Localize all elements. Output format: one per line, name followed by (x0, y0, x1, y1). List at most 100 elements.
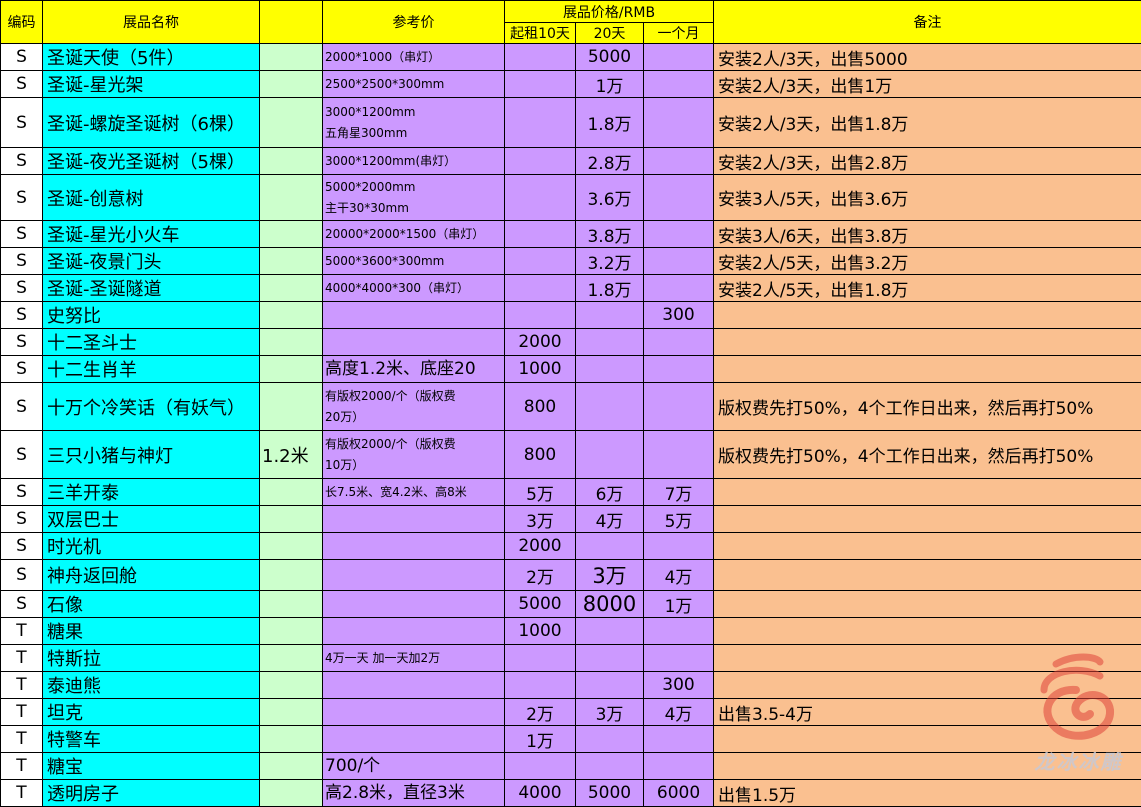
cell-price-10days[interactable]: 1000 (505, 356, 576, 383)
cell-ref-price[interactable]: 有版权2000/个（版权费 20万） (323, 383, 505, 431)
cell-ref-price[interactable]: 高度1.2米、底座20 (323, 356, 505, 383)
cell-code[interactable]: S (1, 175, 43, 221)
cell-price-10days[interactable] (505, 248, 576, 275)
cell-ref-price[interactable] (323, 533, 505, 560)
cell-price-10days[interactable] (505, 98, 576, 148)
cell-note[interactable]: 版权费先打50%，4个工作日出来，然后再打50% (714, 383, 1141, 431)
cell-price-10days[interactable]: 1万 (505, 726, 576, 753)
cell-price-1month[interactable] (644, 645, 714, 672)
cell-price-1month[interactable] (644, 98, 714, 148)
cell-price-20days[interactable]: 8000 (576, 591, 644, 618)
cell-code[interactable]: S (1, 479, 43, 506)
cell-price-20days[interactable] (576, 672, 644, 699)
cell-note[interactable] (714, 726, 1141, 753)
cell-code[interactable]: S (1, 98, 43, 148)
cell-price-20days[interactable] (576, 618, 644, 645)
cell-note[interactable]: 安装3人/6天，出售3.8万 (714, 221, 1141, 248)
cell-ref-price[interactable]: 5000*2000mm 主干30*30mm (323, 175, 505, 221)
cell-name[interactable]: 泰迪熊 (43, 672, 260, 699)
cell-price-1month[interactable] (644, 383, 714, 431)
cell-note[interactable]: 安装2人/3天，出售2.8万 (714, 148, 1141, 175)
cell-code[interactable]: S (1, 44, 43, 71)
cell-spec[interactable] (260, 175, 323, 221)
cell-code[interactable]: T (1, 645, 43, 672)
cell-price-20days[interactable] (576, 329, 644, 356)
cell-spec[interactable] (260, 506, 323, 533)
cell-price-1month[interactable] (644, 431, 714, 479)
cell-price-1month[interactable] (644, 329, 714, 356)
header-price-group[interactable]: 展品价格/RMB (505, 1, 714, 23)
cell-name[interactable]: 三羊开泰 (43, 479, 260, 506)
cell-price-1month[interactable] (644, 221, 714, 248)
cell-name[interactable]: 石像 (43, 591, 260, 618)
cell-note[interactable]: 版权费先打50%，4个工作日出来，然后再打50% (714, 431, 1141, 479)
cell-spec[interactable] (260, 71, 323, 98)
cell-spec[interactable] (260, 560, 323, 591)
cell-spec[interactable] (260, 302, 323, 329)
cell-note[interactable] (714, 533, 1141, 560)
cell-price-1month[interactable]: 7万 (644, 479, 714, 506)
cell-code[interactable]: S (1, 71, 43, 98)
cell-code[interactable]: T (1, 726, 43, 753)
header-ref-price[interactable]: 参考价 (323, 1, 505, 44)
header-code[interactable]: 编码 (1, 1, 43, 44)
cell-code[interactable]: T (1, 753, 43, 780)
cell-spec[interactable] (260, 753, 323, 780)
cell-code[interactable]: S (1, 275, 43, 302)
cell-spec[interactable] (260, 44, 323, 71)
cell-price-10days[interactable] (505, 753, 576, 780)
header-name[interactable]: 展品名称 (43, 1, 260, 44)
cell-spec[interactable] (260, 383, 323, 431)
cell-note[interactable] (714, 753, 1141, 780)
cell-spec[interactable]: 1.2米 (260, 431, 323, 479)
cell-price-1month[interactable] (644, 275, 714, 302)
cell-price-10days[interactable]: 800 (505, 431, 576, 479)
cell-spec[interactable] (260, 645, 323, 672)
cell-code[interactable]: S (1, 248, 43, 275)
cell-price-10days[interactable]: 2000 (505, 533, 576, 560)
cell-price-20days[interactable]: 2.8万 (576, 148, 644, 175)
cell-price-1month[interactable]: 5万 (644, 506, 714, 533)
cell-price-1month[interactable] (644, 44, 714, 71)
cell-spec[interactable] (260, 329, 323, 356)
cell-name[interactable]: 圣诞-星光小火车 (43, 221, 260, 248)
cell-price-10days[interactable] (505, 275, 576, 302)
cell-price-10days[interactable]: 5万 (505, 479, 576, 506)
cell-price-1month[interactable] (644, 175, 714, 221)
cell-code[interactable]: S (1, 591, 43, 618)
cell-name[interactable]: 三只小猪与神灯 (43, 431, 260, 479)
cell-ref-price[interactable]: 4万一天 加一天加2万 (323, 645, 505, 672)
cell-name[interactable]: 特警车 (43, 726, 260, 753)
cell-price-10days[interactable] (505, 71, 576, 98)
cell-spec[interactable] (260, 699, 323, 726)
cell-code[interactable]: S (1, 431, 43, 479)
cell-price-20days[interactable]: 3万 (576, 699, 644, 726)
header-price-10days[interactable]: 起租10天 (505, 23, 576, 44)
cell-price-20days[interactable]: 3万 (576, 560, 644, 591)
cell-spec[interactable] (260, 726, 323, 753)
cell-price-1month[interactable]: 300 (644, 672, 714, 699)
cell-note[interactable] (714, 618, 1141, 645)
cell-note[interactable] (714, 506, 1141, 533)
cell-code[interactable]: S (1, 560, 43, 591)
cell-ref-price[interactable] (323, 329, 505, 356)
cell-spec[interactable] (260, 275, 323, 302)
cell-price-20days[interactable]: 1.8万 (576, 98, 644, 148)
cell-code[interactable]: T (1, 699, 43, 726)
cell-note[interactable] (714, 329, 1141, 356)
cell-name[interactable]: 时光机 (43, 533, 260, 560)
cell-price-20days[interactable]: 3.8万 (576, 221, 644, 248)
cell-note[interactable]: 安装2人/5天，出售3.2万 (714, 248, 1141, 275)
cell-note[interactable]: 安装3人/5天，出售3.6万 (714, 175, 1141, 221)
cell-name[interactable]: 神舟返回舱 (43, 560, 260, 591)
cell-name[interactable]: 糖果 (43, 618, 260, 645)
cell-price-10days[interactable]: 3万 (505, 506, 576, 533)
cell-note[interactable] (714, 645, 1141, 672)
cell-name[interactable]: 圣诞-圣诞隧道 (43, 275, 260, 302)
cell-price-1month[interactable]: 4万 (644, 699, 714, 726)
cell-note[interactable]: 出售3.5-4万 (714, 699, 1141, 726)
cell-price-20days[interactable]: 3.2万 (576, 248, 644, 275)
cell-spec[interactable] (260, 672, 323, 699)
cell-name[interactable]: 圣诞-螺旋圣诞树（6棵） (43, 98, 260, 148)
cell-price-20days[interactable] (576, 302, 644, 329)
